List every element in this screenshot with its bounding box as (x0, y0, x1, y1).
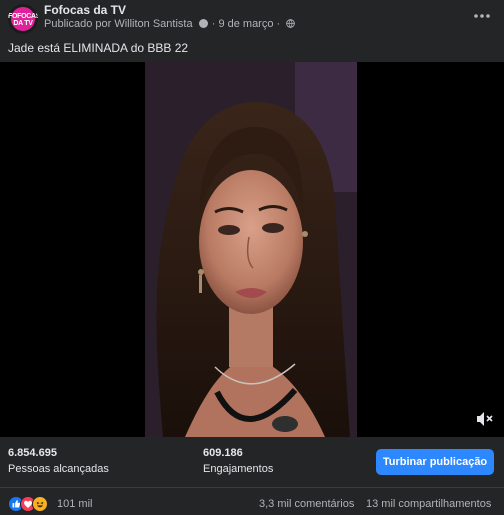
reach-value: 6.854.695 (8, 447, 57, 459)
globe-icon (286, 19, 296, 28)
shares-count-link[interactable]: 13 mil compartilhamentos (366, 498, 491, 510)
engagement-value: 609.186 (203, 447, 243, 459)
video-player[interactable] (0, 62, 504, 437)
post-date-link[interactable]: 9 de março (218, 18, 273, 30)
haha-reaction-icon (32, 496, 48, 512)
more-options-icon[interactable] (470, 6, 494, 26)
video-frame[interactable] (145, 62, 357, 437)
reaction-count[interactable]: 101 mil (57, 498, 92, 510)
reaction-icons[interactable] (8, 496, 52, 512)
meta-separator-2: · (276, 18, 281, 30)
post-meta: Publicado por Williton Santista · 9 de m… (44, 18, 296, 30)
engagement-label: Engajamentos (203, 463, 274, 475)
reach-label: Pessoas alcançadas (8, 463, 109, 475)
comments-count-link[interactable]: 3,3 mil comentários (259, 498, 354, 510)
divider (0, 487, 504, 488)
boost-post-button[interactable]: Turbinar publicação (376, 449, 494, 475)
mute-toggle-icon[interactable] (474, 409, 494, 429)
insights-bar: 6.854.695 Pessoas alcançadas 609.186 Eng… (0, 437, 504, 487)
published-by-text: Publicado por Williton Santista (44, 18, 193, 30)
meta-separator: · (211, 18, 216, 30)
page-avatar[interactable]: FOFOCAS DA TV (8, 4, 38, 34)
page-name-link[interactable]: Fofocas da TV (44, 3, 126, 17)
reactions-bar: 101 mil 3,3 mil comentários 13 mil compa… (0, 494, 504, 514)
post-header: FOFOCAS DA TV Fofocas da TV Publicado po… (0, 0, 504, 36)
verified-icon (198, 19, 208, 28)
video-still (145, 62, 357, 437)
avatar-logo-text: FOFOCAS DA TV (8, 13, 38, 27)
post-caption: Jade está ELIMINADA do BBB 22 (8, 41, 189, 55)
